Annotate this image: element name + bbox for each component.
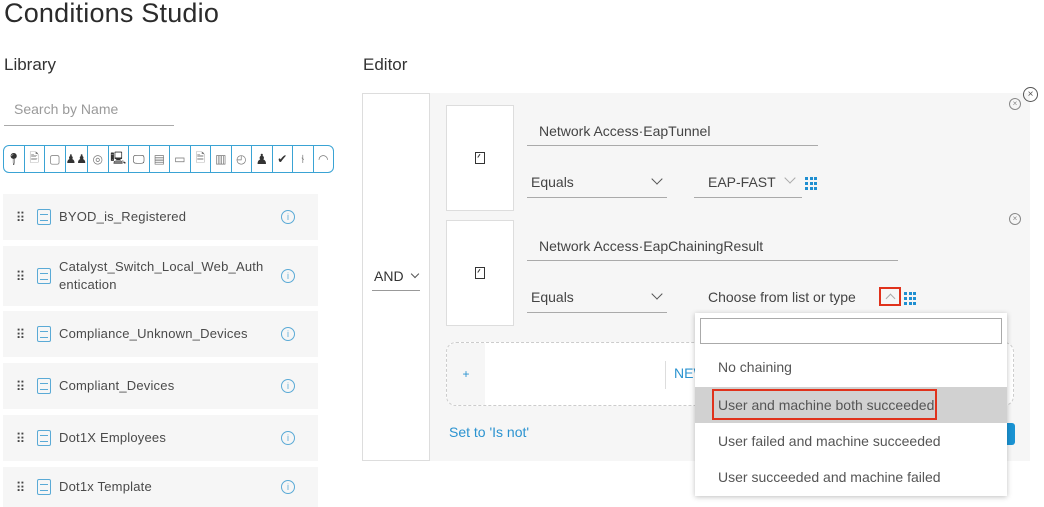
server-icon[interactable]: ▥	[211, 146, 232, 172]
condition-document-icon	[37, 378, 51, 394]
condition-dictionary-icon	[475, 267, 485, 279]
library-item[interactable]: ⠿ Catalyst_Switch_Local_Web_Authenticati…	[3, 246, 318, 306]
chevron-down-icon	[651, 173, 663, 185]
add-condition-button[interactable]: +	[447, 343, 485, 405]
library-item-name: Catalyst_Switch_Local_Web_Authentication	[59, 259, 264, 292]
library-item-name: Compliance_Unknown_Devices	[59, 326, 248, 341]
library-item-name: Compliant_Devices	[59, 378, 175, 393]
library-item[interactable]: ⠿ BYOD_is_Registered i	[3, 194, 318, 240]
library-item-name: Dot1X Employees	[59, 430, 167, 445]
clock-icon[interactable]: ◴	[232, 146, 253, 172]
info-icon[interactable]: i	[281, 480, 295, 494]
library-item[interactable]: ⠿ Dot1x Template i	[3, 467, 318, 507]
grid-select-icon[interactable]	[904, 292, 917, 305]
remove-condition-icon[interactable]: ×	[1009, 98, 1021, 110]
value-select[interactable]: Choose from list or type	[694, 283, 899, 313]
info-icon[interactable]: i	[281, 269, 295, 283]
condition-document-icon	[37, 209, 51, 225]
operator-select[interactable]: Equals	[527, 283, 667, 313]
condition-document-icon	[37, 430, 51, 446]
value-text: EAP-FAST	[708, 174, 776, 190]
library-item[interactable]: ⠿ Compliant_Devices i	[3, 363, 318, 409]
attribute-field[interactable]: Network Access·EapChainingResult	[527, 231, 898, 261]
info-icon[interactable]: i	[281, 431, 295, 445]
chevron-down-icon	[784, 172, 796, 184]
monitor-icon[interactable]: 🖵︎	[129, 146, 150, 172]
condition-icon-box	[446, 105, 514, 211]
set-is-not-link[interactable]: Set to 'Is not'	[449, 424, 529, 440]
chevron-down-icon	[410, 269, 420, 279]
user-icon[interactable]: ♟	[252, 146, 273, 172]
logic-operator-value: AND	[374, 268, 404, 284]
library-item[interactable]: ⠿ Dot1X Employees i	[3, 415, 318, 461]
dropdown-search-input[interactable]	[700, 318, 1002, 344]
router-icon[interactable]: ▭	[170, 146, 191, 172]
users-group-icon[interactable]: ♟♟	[66, 146, 89, 172]
info-icon[interactable]: i	[281, 327, 295, 341]
library-item-name: BYOD_is_Registered	[59, 209, 187, 224]
chevron-down-icon	[651, 288, 663, 300]
selected-option-highlight	[712, 389, 937, 420]
operator-select[interactable]: Equals	[527, 168, 667, 198]
grid-select-icon[interactable]	[805, 177, 818, 190]
value-select[interactable]: EAP-FAST	[694, 168, 802, 198]
drag-handle-icon[interactable]: ⠿	[3, 481, 33, 494]
action-button-edge[interactable]	[1006, 423, 1015, 445]
library-search[interactable]	[4, 94, 174, 126]
attribute-field[interactable]: Network Access·EapTunnel	[527, 116, 818, 146]
drag-handle-icon[interactable]: ⠿	[3, 328, 33, 341]
info-icon[interactable]: i	[281, 210, 295, 224]
condition-document-icon	[37, 268, 51, 284]
condition-dictionary-icon	[475, 152, 485, 164]
chevron-up-icon	[885, 293, 896, 304]
library-item-name: Dot1x Template	[59, 479, 152, 494]
square-icon[interactable]: ▢	[45, 146, 66, 172]
operator-value: Equals	[531, 289, 574, 305]
flow-icon[interactable]: ⫮	[293, 146, 314, 172]
close-editor-icon[interactable]: ×	[1023, 87, 1038, 102]
search-input[interactable]	[4, 94, 174, 124]
device-stack-icon[interactable]: ▤	[150, 146, 171, 172]
drag-handle-icon[interactable]: ⠿	[3, 211, 33, 224]
value-placeholder: Choose from list or type	[708, 289, 856, 305]
remove-condition-icon[interactable]: ×	[1009, 213, 1021, 225]
divider	[665, 361, 666, 389]
library-heading: Library	[4, 55, 56, 74]
drag-handle-icon[interactable]: ⠿	[3, 270, 33, 283]
dropdown-option[interactable]: User succeeded and machine failed	[695, 459, 1007, 495]
dropdown-option[interactable]: User failed and machine succeeded	[695, 423, 1007, 459]
dropdown-option[interactable]: No chaining	[695, 349, 1007, 385]
operator-value: Equals	[531, 174, 574, 190]
document-icon[interactable]: 🗎︎	[191, 146, 212, 172]
location-icon[interactable]: 📍︎	[4, 146, 25, 172]
condition-document-icon	[37, 326, 51, 342]
network-device-icon[interactable]: 🖳︎	[109, 146, 130, 172]
library-item[interactable]: ⠿ Compliance_Unknown_Devices i	[3, 311, 318, 357]
check-circle-icon[interactable]: ✔	[273, 146, 294, 172]
wifi-icon[interactable]: ◠	[314, 146, 333, 172]
page-title: Conditions Studio	[4, 0, 220, 28]
condition-document-icon	[37, 479, 51, 495]
globe-icon[interactable]: ◎	[88, 146, 109, 172]
library-filter-bar: 📍︎ 🖹︎ ▢ ♟♟ ◎ 🖳︎ 🖵︎ ▤ ▭ 🗎︎ ▥ ◴ ♟ ✔ ⫮ ◠	[3, 145, 334, 173]
value-dropdown: No chaining User and machine both succee…	[695, 313, 1007, 496]
info-icon[interactable]: i	[281, 379, 295, 393]
logic-operator-select[interactable]: AND	[372, 265, 420, 291]
condition-icon-box	[446, 220, 514, 326]
chevron-up-highlight[interactable]	[879, 287, 901, 306]
drag-handle-icon[interactable]: ⠿	[3, 432, 33, 445]
drag-handle-icon[interactable]: ⠿	[3, 380, 33, 393]
editor-heading: Editor	[363, 55, 408, 74]
id-card-icon[interactable]: 🖹︎	[25, 146, 45, 172]
